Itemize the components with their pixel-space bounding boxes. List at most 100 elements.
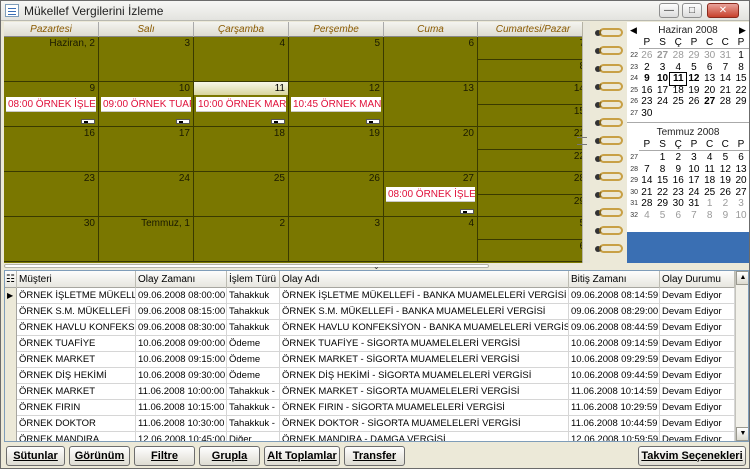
row-indicator[interactable]: ▶ bbox=[5, 288, 17, 304]
row-indicator[interactable] bbox=[5, 304, 17, 320]
table-cell[interactable]: Devam Ediyor bbox=[660, 368, 735, 384]
mini-day[interactable]: 26 bbox=[639, 50, 655, 62]
weekend-day-cell[interactable]: 28 bbox=[478, 172, 588, 195]
day-cell[interactable]: 23 bbox=[4, 172, 99, 217]
table-cell[interactable]: Devam Ediyor bbox=[660, 432, 735, 441]
calendar-event[interactable]: 10:00 ÖRNEK MARKET bbox=[196, 97, 286, 112]
mini-day[interactable]: 31 bbox=[686, 198, 702, 210]
day-cell[interactable]: 10 09:00 ÖRNEK TUAFİYE bbox=[99, 82, 194, 127]
mini-day[interactable]: 11 bbox=[702, 164, 718, 176]
mini-day[interactable]: 5 bbox=[686, 62, 702, 74]
day-cell[interactable]: 13 bbox=[384, 82, 478, 127]
table-cell[interactable]: Devam Ediyor bbox=[660, 400, 735, 416]
mini-day[interactable]: 29 bbox=[655, 198, 671, 210]
row-indicator[interactable] bbox=[5, 368, 17, 384]
table-cell[interactable]: Tahakkuk - bbox=[227, 416, 280, 432]
mini-day[interactable]: 30 bbox=[702, 50, 718, 62]
next-month-icon[interactable]: ▶ bbox=[739, 24, 746, 37]
table-cell[interactable]: 10.06.2008 09:29:59 bbox=[569, 352, 660, 368]
mini-day[interactable]: 2 bbox=[718, 198, 734, 210]
event-resize-icon[interactable] bbox=[460, 209, 474, 214]
mini-day[interactable]: 13 bbox=[733, 164, 749, 176]
table-cell[interactable]: 09.06.2008 08:14:59 bbox=[569, 288, 660, 304]
mini-day[interactable]: 8 bbox=[702, 210, 718, 222]
table-row[interactable]: ÖRNEK MARKET 11.06.2008 10:00:00 Tahakkuk … bbox=[5, 384, 735, 400]
mini-day[interactable]: 2 bbox=[639, 62, 655, 74]
table-row[interactable]: ÖRNEK DOKTOR 11.06.2008 10:30:00 Tahakkuk … bbox=[5, 416, 735, 432]
mini-day[interactable]: 1 bbox=[702, 198, 718, 210]
table-row[interactable]: ÖRNEK HAVLU KONFEKSİYON09.06.2008 08:30:… bbox=[5, 320, 735, 336]
splitter-handle[interactable] bbox=[4, 264, 489, 268]
mini-day[interactable]: 14 bbox=[639, 175, 655, 187]
column-header-event-time[interactable]: Olay Zamanı bbox=[136, 271, 227, 288]
table-cell[interactable]: 09.06.2008 08:30:00 bbox=[136, 320, 227, 336]
mini-day[interactable]: 31 bbox=[718, 50, 734, 62]
day-cell[interactable]: 25 bbox=[194, 172, 289, 217]
mini-day[interactable]: 27 bbox=[655, 50, 671, 62]
weekend-day-cell[interactable]: 6 bbox=[478, 239, 588, 262]
minimize-button[interactable]: — bbox=[659, 3, 679, 18]
table-cell[interactable]: 11.06.2008 10:00:00 bbox=[136, 384, 227, 400]
mini-day[interactable]: 1 bbox=[655, 152, 671, 164]
transfer-button[interactable]: Transfer bbox=[344, 446, 405, 466]
resize-grip-icon[interactable] bbox=[577, 137, 587, 145]
weekend-day-cell[interactable]: 22 bbox=[478, 149, 588, 172]
column-header-customer[interactable]: Müşteri bbox=[17, 271, 136, 288]
mini-day[interactable]: 5 bbox=[718, 152, 734, 164]
calendar-event[interactable]: 08:00 ÖRNEK İŞLETME bbox=[386, 187, 475, 202]
mini-day[interactable]: 20 bbox=[733, 175, 749, 187]
day-cell[interactable]: 2 bbox=[194, 217, 289, 262]
day-cell[interactable]: 30 bbox=[4, 217, 99, 262]
table-cell[interactable]: 10.06.2008 09:15:00 bbox=[136, 352, 227, 368]
table-cell[interactable]: Devam Ediyor bbox=[660, 352, 735, 368]
weekend-day-cell[interactable]: 14 bbox=[478, 82, 588, 105]
table-cell[interactable]: Devam Ediyor bbox=[660, 416, 735, 432]
view-button[interactable]: Görünüm bbox=[69, 446, 130, 466]
mini-day[interactable]: 18 bbox=[670, 85, 686, 97]
mini-day[interactable]: 2 bbox=[670, 152, 686, 164]
mini-day[interactable]: 7 bbox=[718, 62, 734, 74]
table-cell[interactable]: ÖRNEK DİŞ HEKİMİ bbox=[17, 368, 136, 384]
mini-day[interactable]: 1 bbox=[733, 50, 749, 62]
mini-day[interactable]: 12 bbox=[686, 73, 702, 85]
month-calendar[interactable]: Pazartesi Salı Çarşamba Perşembe Cuma Cu… bbox=[4, 22, 588, 263]
mini-day[interactable]: 16 bbox=[670, 175, 686, 187]
table-cell[interactable]: 11.06.2008 10:15:00 bbox=[136, 400, 227, 416]
weekend-day-cell[interactable]: 5 bbox=[478, 217, 588, 240]
row-indicator[interactable] bbox=[5, 320, 17, 336]
table-cell[interactable]: ÖRNEK HAVLU KONFEKSİYON bbox=[17, 320, 136, 336]
mini-day[interactable]: 6 bbox=[733, 152, 749, 164]
table-cell[interactable]: Devam Ediyor bbox=[660, 288, 735, 304]
day-cell[interactable]: 16 bbox=[4, 127, 99, 172]
table-cell[interactable]: ÖRNEK MARKET - SİGORTA MUAMELELERİ VERGİ… bbox=[280, 384, 569, 400]
mini-day[interactable]: 15 bbox=[733, 73, 749, 85]
mini-day[interactable]: 22 bbox=[655, 187, 671, 199]
mini-day[interactable]: 12 bbox=[718, 164, 734, 176]
mini-day[interactable]: 28 bbox=[639, 198, 655, 210]
table-cell[interactable]: 09.06.2008 08:00:00 bbox=[136, 288, 227, 304]
events-grid[interactable]: ☷ Müşteri Olay Zamanı İşlem Türü Olay Ad… bbox=[4, 270, 749, 442]
table-cell[interactable]: Ödeme bbox=[227, 352, 280, 368]
title-bar[interactable]: Mükellef Vergilerini İzleme — □ ✕ bbox=[1, 1, 749, 21]
mini-day[interactable]: 28 bbox=[670, 50, 686, 62]
table-row[interactable]: ▶ ÖRNEK İŞLETME MÜKELLEF 09.06.2008 08:00:… bbox=[5, 288, 735, 304]
table-row[interactable]: ÖRNEK TUAFİYE 10.06.2008 09:00:00 Ödeme ÖRN… bbox=[5, 336, 735, 352]
mini-day[interactable]: 9 bbox=[718, 210, 734, 222]
day-cell[interactable]: 5 bbox=[289, 37, 384, 82]
mini-day[interactable]: 13 bbox=[702, 73, 718, 85]
mini-day[interactable]: 26 bbox=[718, 187, 734, 199]
subtotals-button[interactable]: Alt Toplamlar bbox=[264, 446, 340, 466]
close-button[interactable]: ✕ bbox=[707, 3, 739, 18]
scroll-up-icon[interactable]: ▲ bbox=[736, 271, 748, 285]
table-cell[interactable]: ÖRNEK İŞLETME MÜKELLEF bbox=[17, 288, 136, 304]
mini-day[interactable]: 28 bbox=[718, 96, 734, 108]
table-cell[interactable]: 11.06.2008 10:14:59 bbox=[569, 384, 660, 400]
table-cell[interactable]: ÖRNEK MARKET bbox=[17, 384, 136, 400]
calendar-event[interactable]: 08:00 ÖRNEK İŞLETME bbox=[6, 97, 96, 112]
table-cell[interactable]: ÖRNEK S.M. MÜKELLEFİ - BANKA MUAMELELERİ… bbox=[280, 304, 569, 320]
table-row[interactable]: ÖRNEK MARKET 10.06.2008 09:15:00 Ödeme ÖRNE… bbox=[5, 352, 735, 368]
table-cell[interactable]: 11.06.2008 10:44:59 bbox=[569, 416, 660, 432]
table-cell[interactable]: Tahakkuk bbox=[227, 288, 280, 304]
event-resize-icon[interactable] bbox=[366, 119, 380, 124]
table-cell[interactable]: Tahakkuk bbox=[227, 304, 280, 320]
